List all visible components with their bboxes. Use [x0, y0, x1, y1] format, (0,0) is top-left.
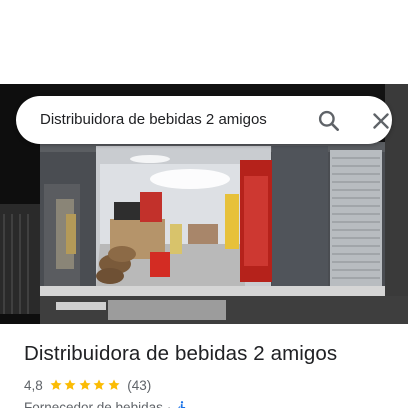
search-bar[interactable]: Distribuidora de bebidas 2 amigos	[16, 96, 392, 144]
rating-row[interactable]: 4,8 (43)	[24, 376, 151, 394]
category-row: Fornecedor de bebidas ·	[24, 398, 189, 408]
rating-stars	[49, 378, 122, 392]
place-category: Fornecedor de bebidas	[24, 399, 163, 408]
map-top-area	[0, 0, 408, 84]
search-icon[interactable]	[316, 108, 342, 134]
place-info-panel[interactable]: Distribuidora de bebidas 2 amigos 4,8 (4…	[0, 324, 408, 408]
wheelchair-icon	[178, 401, 186, 408]
search-query-text[interactable]: Distribuidora de bebidas 2 amigos	[40, 96, 267, 144]
rating-value: 4,8	[24, 377, 43, 393]
place-title: Distribuidora de bebidas 2 amigos	[24, 342, 338, 365]
star-icon	[108, 379, 120, 390]
close-icon[interactable]	[368, 108, 394, 134]
review-count[interactable]: (43)	[127, 378, 151, 393]
star-icon	[50, 379, 62, 390]
separator-dot: ·	[166, 399, 172, 408]
star-icon	[79, 379, 91, 390]
star-icon	[64, 379, 76, 390]
star-icon	[93, 379, 105, 390]
